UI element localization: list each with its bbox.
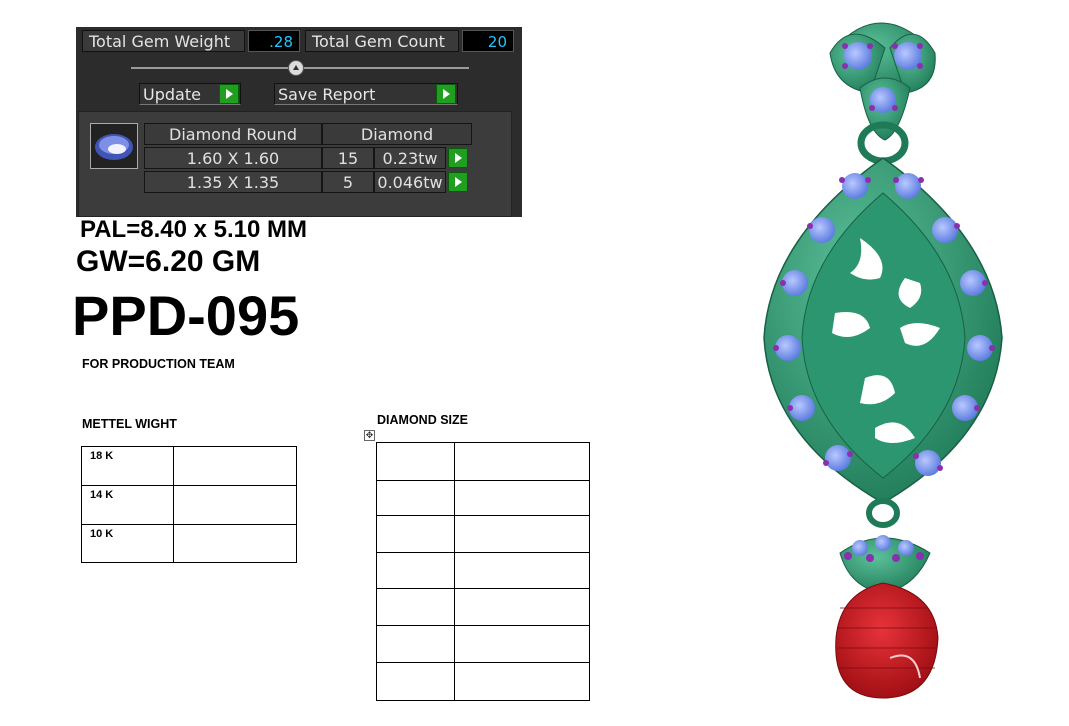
row1-count: 15 xyxy=(322,147,374,169)
ruby-drop xyxy=(835,582,939,699)
diamond-size-cell[interactable] xyxy=(454,588,590,626)
row2-count: 5 xyxy=(322,171,374,193)
diamond-size-cell[interactable] xyxy=(376,442,455,481)
metal-value-cell[interactable] xyxy=(173,446,297,486)
diamond-size-cell[interactable] xyxy=(454,552,590,589)
pal-dimension: PAL=8.40 x 5.10 MM xyxy=(80,216,307,243)
header-diamond: Diamond xyxy=(322,123,472,145)
update-go-button[interactable] xyxy=(219,84,239,104)
diamond-size-table xyxy=(376,442,590,701)
report-slider-handle[interactable] xyxy=(288,60,304,76)
diamond-size-cell[interactable] xyxy=(376,625,455,663)
diamond-size-cell[interactable] xyxy=(454,625,590,663)
save-report-button[interactable]: Save Report xyxy=(274,83,458,105)
gem-report-panel: Total Gem Weight .28 Total Gem Count 20 … xyxy=(76,27,522,217)
round-gem-icon[interactable] xyxy=(90,123,138,169)
diamond-size-cell[interactable] xyxy=(454,480,590,516)
header-diamond-round: Diamond Round xyxy=(144,123,322,145)
total-gem-weight-value: .28 xyxy=(248,30,300,52)
row1-go-button[interactable] xyxy=(448,148,468,168)
save-report-go-button[interactable] xyxy=(436,84,456,104)
production-note: FOR PRODUCTION TEAM xyxy=(82,357,235,371)
metal-row-18k: 18 K xyxy=(81,446,174,486)
gross-weight: GW=6.20 GM xyxy=(76,245,261,278)
total-gem-count-label: Total Gem Count xyxy=(305,30,459,52)
diamond-size-cell[interactable] xyxy=(376,588,455,626)
metal-row-10k: 10 K xyxy=(81,524,174,563)
metal-weight-table: 18 K 14 K 10 K xyxy=(81,446,297,563)
diamond-size-cell[interactable] xyxy=(376,552,455,589)
diamond-size-cell[interactable] xyxy=(454,515,590,553)
metal-weight-title: METTEL WIGHT xyxy=(82,417,177,431)
total-gem-weight-label: Total Gem Weight xyxy=(82,30,245,52)
diamond-size-title: DIAMOND SIZE xyxy=(377,413,468,427)
pendant-render xyxy=(763,22,1003,699)
row2-go-button[interactable] xyxy=(448,172,468,192)
row2-size: 1.35 X 1.35 xyxy=(144,171,322,193)
row1-size: 1.60 X 1.60 xyxy=(144,147,322,169)
row2-weight: 0.046tw xyxy=(374,171,446,193)
leaf-frame xyxy=(763,157,1003,504)
diamond-size-cell[interactable] xyxy=(454,442,590,481)
move-handle-icon[interactable]: ✥ xyxy=(364,430,375,441)
total-gem-count-value: 20 xyxy=(462,30,514,52)
design-code: PPD-095 xyxy=(72,284,300,347)
metal-value-cell[interactable] xyxy=(173,524,297,563)
diamond-size-cell[interactable] xyxy=(376,480,455,516)
diamond-size-cell[interactable] xyxy=(376,662,455,701)
metal-value-cell[interactable] xyxy=(173,485,297,525)
diamond-size-cell[interactable] xyxy=(376,515,455,553)
diamond-size-cell[interactable] xyxy=(454,662,590,701)
metal-row-14k: 14 K xyxy=(81,485,174,525)
row1-weight: 0.23tw xyxy=(374,147,446,169)
